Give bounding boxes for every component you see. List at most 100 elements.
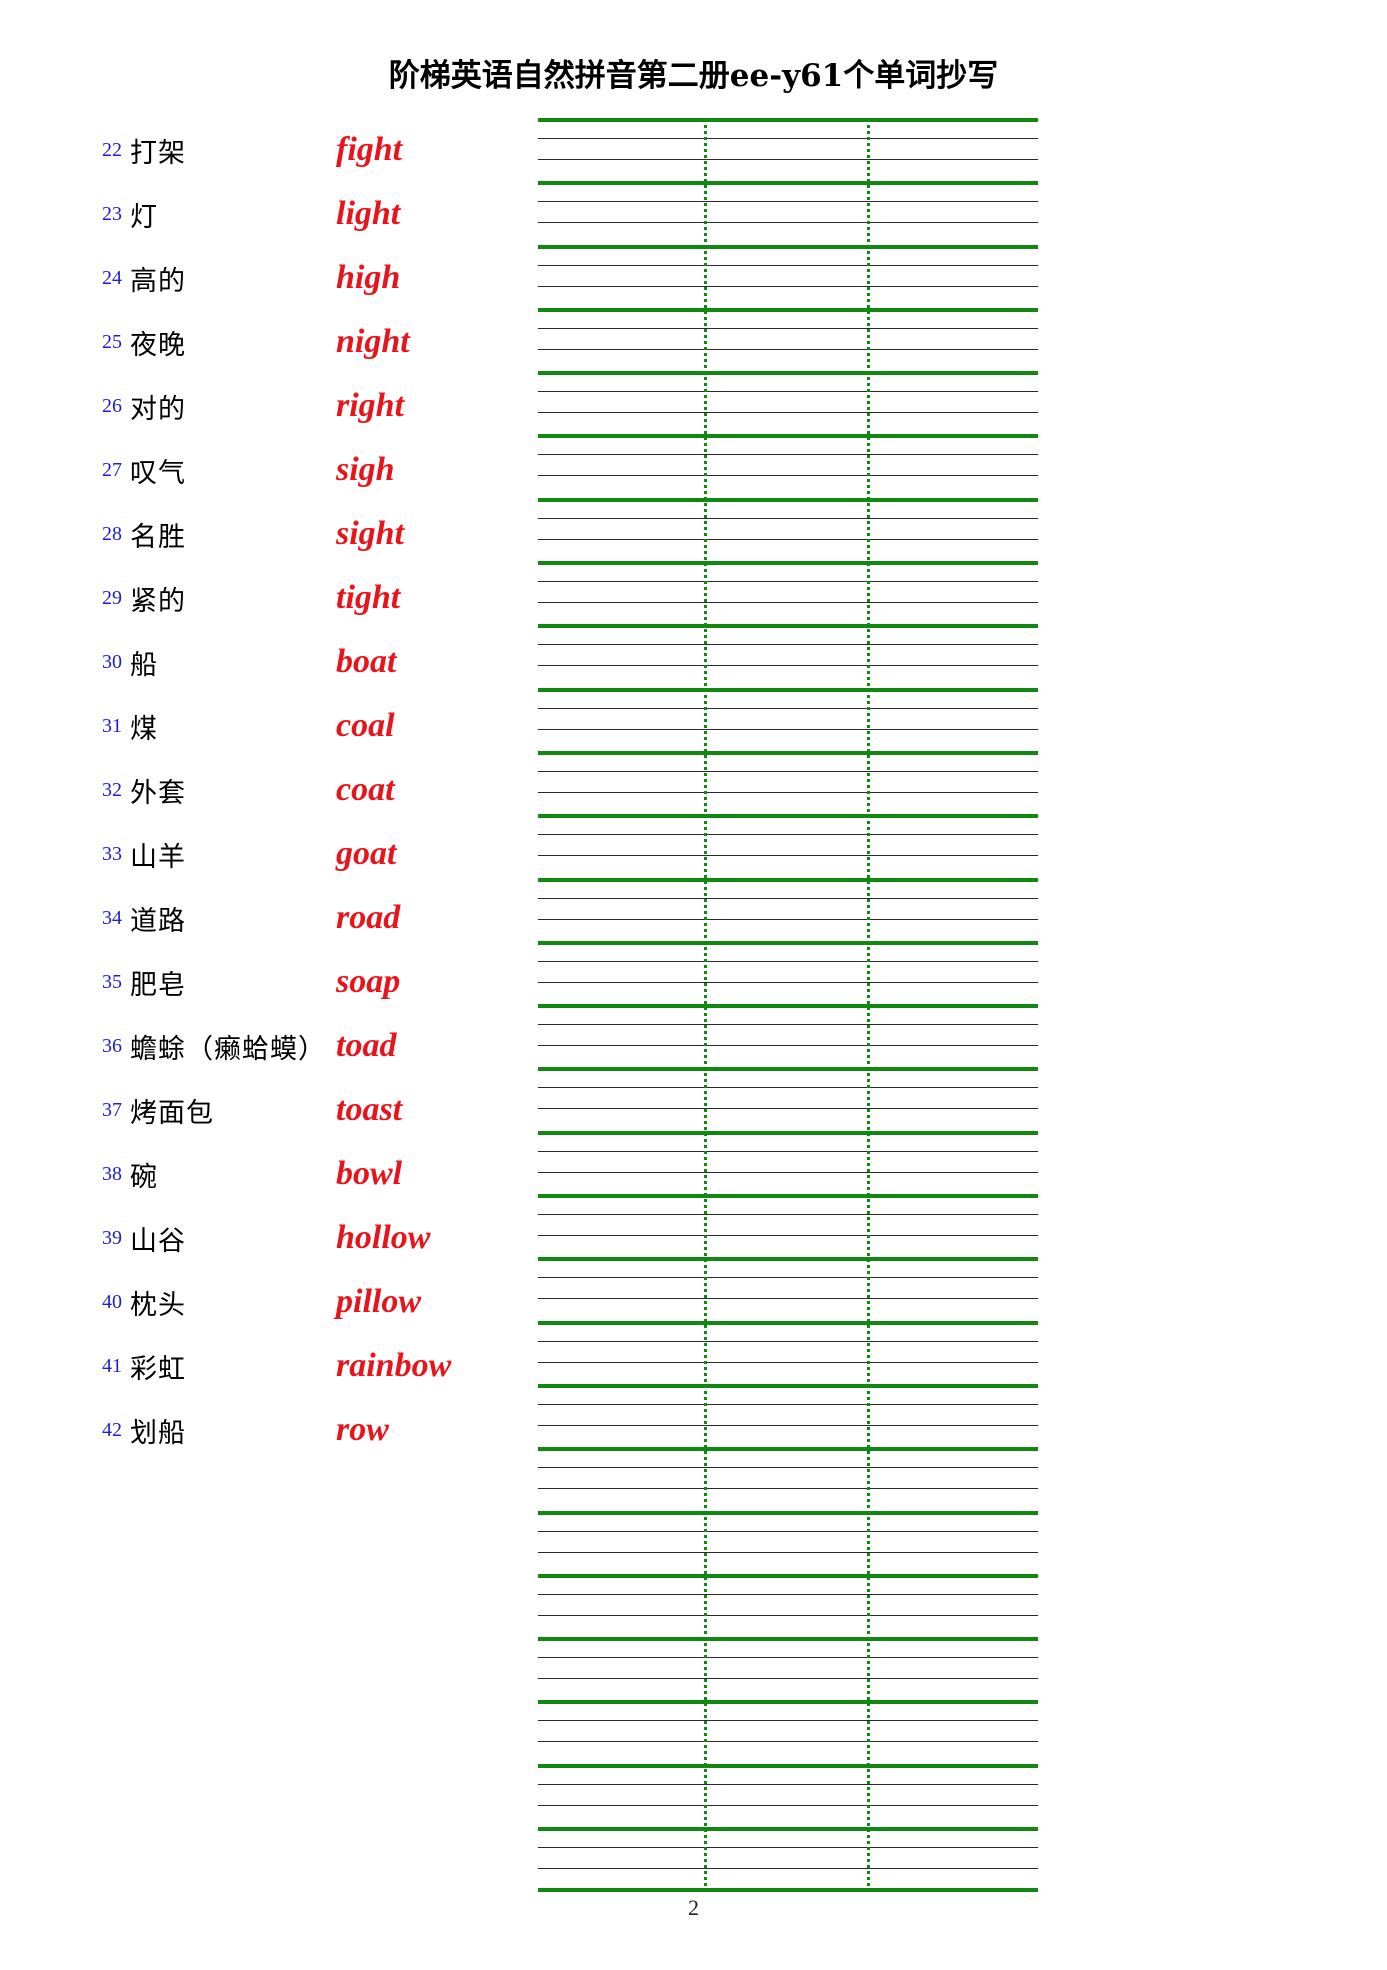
row-index: 22 <box>102 138 122 161</box>
vocabulary-row: 29 紧的 tight <box>0 566 540 630</box>
chinese-meaning: 叹气 <box>130 457 186 489</box>
row-index: 23 <box>102 202 122 225</box>
vocabulary-row: 32 外套 coat <box>0 758 540 822</box>
row-index: 30 <box>102 650 122 673</box>
staff-green-rule <box>538 244 1038 249</box>
staff-guide-rule <box>538 1361 1038 1363</box>
staff-green-rule <box>538 814 1038 819</box>
staff-green-rule <box>538 877 1038 882</box>
staff-green-rule <box>538 1320 1038 1325</box>
staff-guide-rule <box>538 581 1038 583</box>
english-word: toast <box>336 1091 403 1128</box>
staff-guide-rule <box>538 138 1038 139</box>
row-index: 26 <box>102 394 122 417</box>
staff-guide-rule <box>538 222 1038 224</box>
staff-guide-rule <box>538 1298 1038 1300</box>
staff-green-rule <box>538 1637 1038 1642</box>
row-index: 32 <box>102 778 122 801</box>
staff-guide-rule <box>538 960 1038 962</box>
writing-staff <box>538 1004 1038 1067</box>
staff-guide-rule <box>538 1741 1038 1743</box>
writing-staff <box>538 1763 1038 1827</box>
english-word: road <box>336 899 401 936</box>
chinese-meaning: 紧的 <box>130 585 186 617</box>
staff-guide-rule <box>538 1488 1038 1490</box>
english-word: fight <box>336 131 403 168</box>
english-word: toad <box>336 1027 397 1064</box>
staff-guide-rule <box>538 1403 1038 1405</box>
staff-guide-rule <box>538 834 1038 836</box>
staff-guide-rule <box>538 1593 1038 1595</box>
staff-guide-rule <box>538 665 1038 667</box>
chinese-meaning: 外套 <box>130 777 186 809</box>
writing-staff <box>538 1067 1038 1130</box>
vocabulary-row: 31 煤 coal <box>0 694 540 758</box>
staff-guide-rule <box>538 1530 1038 1532</box>
english-word: night <box>336 323 410 360</box>
staff-guide-rule <box>538 707 1038 709</box>
staff-green-rule <box>538 181 1038 186</box>
vocabulary-row: 40 枕头 pillow <box>0 1270 540 1334</box>
chinese-meaning: 彩虹 <box>130 1353 186 1385</box>
staff-guide-rule <box>538 1467 1038 1469</box>
vocabulary-row: 36 蟾蜍（癞蛤蟆） toad <box>0 1014 540 1078</box>
english-word: hollow <box>336 1219 431 1256</box>
writing-staff <box>538 1637 1038 1700</box>
chinese-meaning: 名胜 <box>130 521 186 553</box>
writing-staff <box>538 561 1038 624</box>
staff-guide-rule <box>538 201 1038 203</box>
english-word: boat <box>336 643 397 680</box>
staff-guide-rule <box>538 159 1038 160</box>
vocabulary-row: 30 船 boat <box>0 630 540 694</box>
chinese-meaning: 山谷 <box>130 1225 186 1257</box>
vocabulary-row: 33 山羊 goat <box>0 822 540 886</box>
staff-green-rule <box>538 1510 1038 1515</box>
staff-guide-rule <box>538 475 1038 477</box>
chinese-meaning: 划船 <box>130 1417 186 1449</box>
staff-guide-rule <box>538 1235 1038 1237</box>
chinese-meaning: 船 <box>130 649 158 681</box>
vocabulary-list: 22 打架 fight 23 灯 light 24 高的 high 25 夜晚 night 26 对的 ri… <box>0 118 540 1462</box>
english-word: right <box>336 387 405 424</box>
staff-guide-rule <box>538 1108 1038 1110</box>
staff-green-rule <box>538 1067 1038 1072</box>
writing-staff <box>538 1130 1038 1194</box>
staff-guide-rule <box>538 1214 1038 1216</box>
staff-guide-rule <box>538 391 1038 393</box>
staff-green-rule <box>538 1827 1038 1832</box>
row-index: 29 <box>102 586 122 609</box>
staff-green-rule <box>538 1763 1038 1768</box>
vocabulary-row: 39 山谷 hollow <box>0 1206 540 1270</box>
writing-staff <box>538 1510 1038 1574</box>
staff-guide-rule <box>538 1614 1038 1616</box>
writing-staff <box>538 814 1038 877</box>
writing-staff <box>538 1447 1038 1510</box>
writing-staff <box>538 118 1038 181</box>
vocabulary-row: 34 道路 road <box>0 886 540 950</box>
writing-staff <box>538 307 1038 371</box>
staff-green-rule <box>538 1383 1038 1388</box>
grid-vertical-divider-1 <box>704 118 707 1892</box>
staff-guide-rule <box>538 855 1038 857</box>
vocabulary-row: 28 名胜 sight <box>0 502 540 566</box>
staff-green-rule <box>538 1130 1038 1135</box>
chinese-meaning: 道路 <box>130 905 186 937</box>
grid-vertical-divider-2 <box>867 118 870 1892</box>
row-index: 24 <box>102 266 122 289</box>
english-word: bowl <box>336 1155 403 1192</box>
chinese-meaning: 烤面包 <box>130 1097 214 1129</box>
writing-staff <box>538 1700 1038 1763</box>
chinese-meaning: 对的 <box>130 393 186 425</box>
chinese-meaning: 煤 <box>130 713 158 745</box>
staff-guide-rule <box>538 1024 1038 1026</box>
staff-guide-rule <box>538 644 1038 646</box>
staff-green-rule <box>538 750 1038 755</box>
english-word: goat <box>336 835 397 872</box>
staff-guide-rule <box>538 770 1038 772</box>
staff-guide-rule <box>538 454 1038 456</box>
chinese-meaning: 肥皂 <box>130 969 186 1001</box>
english-word: tight <box>336 579 401 616</box>
row-index: 35 <box>102 970 122 993</box>
row-index: 40 <box>102 1290 122 1313</box>
chinese-meaning: 灯 <box>130 201 158 233</box>
